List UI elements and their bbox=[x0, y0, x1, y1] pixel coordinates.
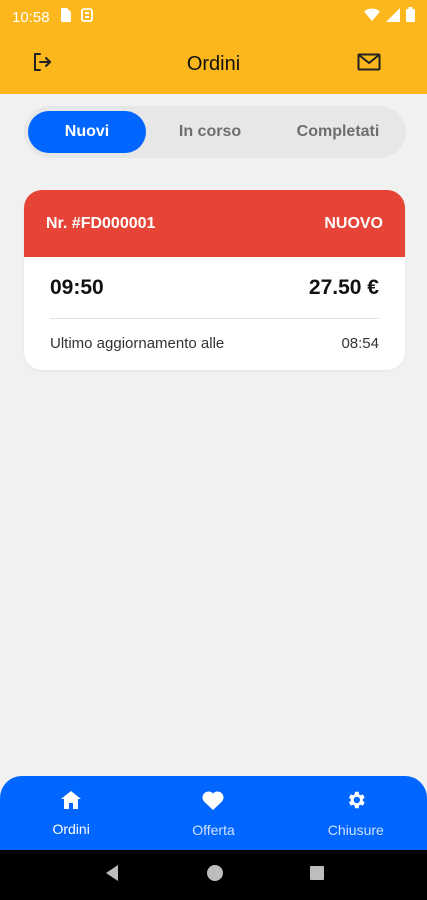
wifi-icon bbox=[364, 7, 380, 27]
order-status-badge: NUOVO bbox=[324, 214, 383, 232]
tab-nuovi[interactable]: Nuovi bbox=[28, 111, 146, 153]
order-time: 09:50 bbox=[50, 275, 104, 299]
bottom-navigation: Ordini Offerta Chiusure bbox=[0, 776, 427, 850]
status-bar: 10:58 bbox=[0, 0, 427, 34]
nav-ordini-label: Ordini bbox=[52, 820, 90, 837]
battery-icon bbox=[406, 7, 415, 27]
signal-icon bbox=[386, 7, 400, 27]
order-update-label: Ultimo aggiornamento alle bbox=[50, 334, 225, 352]
back-icon[interactable] bbox=[103, 864, 121, 887]
order-number: Nr. #FD000001 bbox=[46, 214, 156, 232]
messages-button[interactable] bbox=[355, 52, 383, 76]
mail-icon bbox=[357, 53, 381, 76]
tab-in-corso[interactable]: In corso bbox=[146, 111, 274, 153]
order-update-time: 08:54 bbox=[341, 334, 379, 352]
recents-icon[interactable] bbox=[309, 865, 325, 886]
nav-chiusure-label: Chiusure bbox=[327, 821, 384, 838]
logout-button[interactable] bbox=[28, 52, 56, 76]
order-update-row: Ultimo aggiornamento alle 08:54 bbox=[50, 319, 379, 367]
page-title: Ordini bbox=[186, 52, 241, 75]
tab-completati[interactable]: Completati bbox=[274, 111, 402, 153]
heart-icon bbox=[201, 789, 225, 816]
order-status-tabs: Nuovi In corso Completati bbox=[24, 106, 406, 158]
storage-icon bbox=[80, 8, 93, 26]
order-main-row: 09:50 27.50 € bbox=[50, 257, 379, 319]
logout-icon bbox=[31, 51, 53, 78]
settings-icon bbox=[345, 789, 367, 816]
status-left: 10:58 bbox=[12, 8, 93, 26]
order-card-header: Nr. #FD000001 NUOVO bbox=[24, 190, 405, 257]
home-icon bbox=[60, 790, 82, 815]
order-card-body: 09:50 27.50 € Ultimo aggiornamento alle … bbox=[24, 257, 405, 367]
system-navigation-bar bbox=[0, 850, 427, 900]
order-amount: 27.50 € bbox=[308, 275, 379, 299]
app-bar: Ordini bbox=[0, 34, 427, 94]
status-right bbox=[364, 7, 415, 27]
order-card[interactable]: Nr. #FD000001 NUOVO 09:50 27.50 € Ultimo… bbox=[24, 190, 405, 370]
home-circle-icon[interactable] bbox=[206, 864, 224, 887]
nav-ordini[interactable]: Ordini bbox=[1, 790, 141, 837]
nav-offerta-label: Offerta bbox=[192, 821, 235, 838]
status-time: 10:58 bbox=[12, 8, 50, 26]
sim-card-icon bbox=[60, 8, 71, 26]
nav-chiusure[interactable]: Chiusure bbox=[286, 789, 426, 838]
nav-offerta[interactable]: Offerta bbox=[143, 789, 283, 838]
